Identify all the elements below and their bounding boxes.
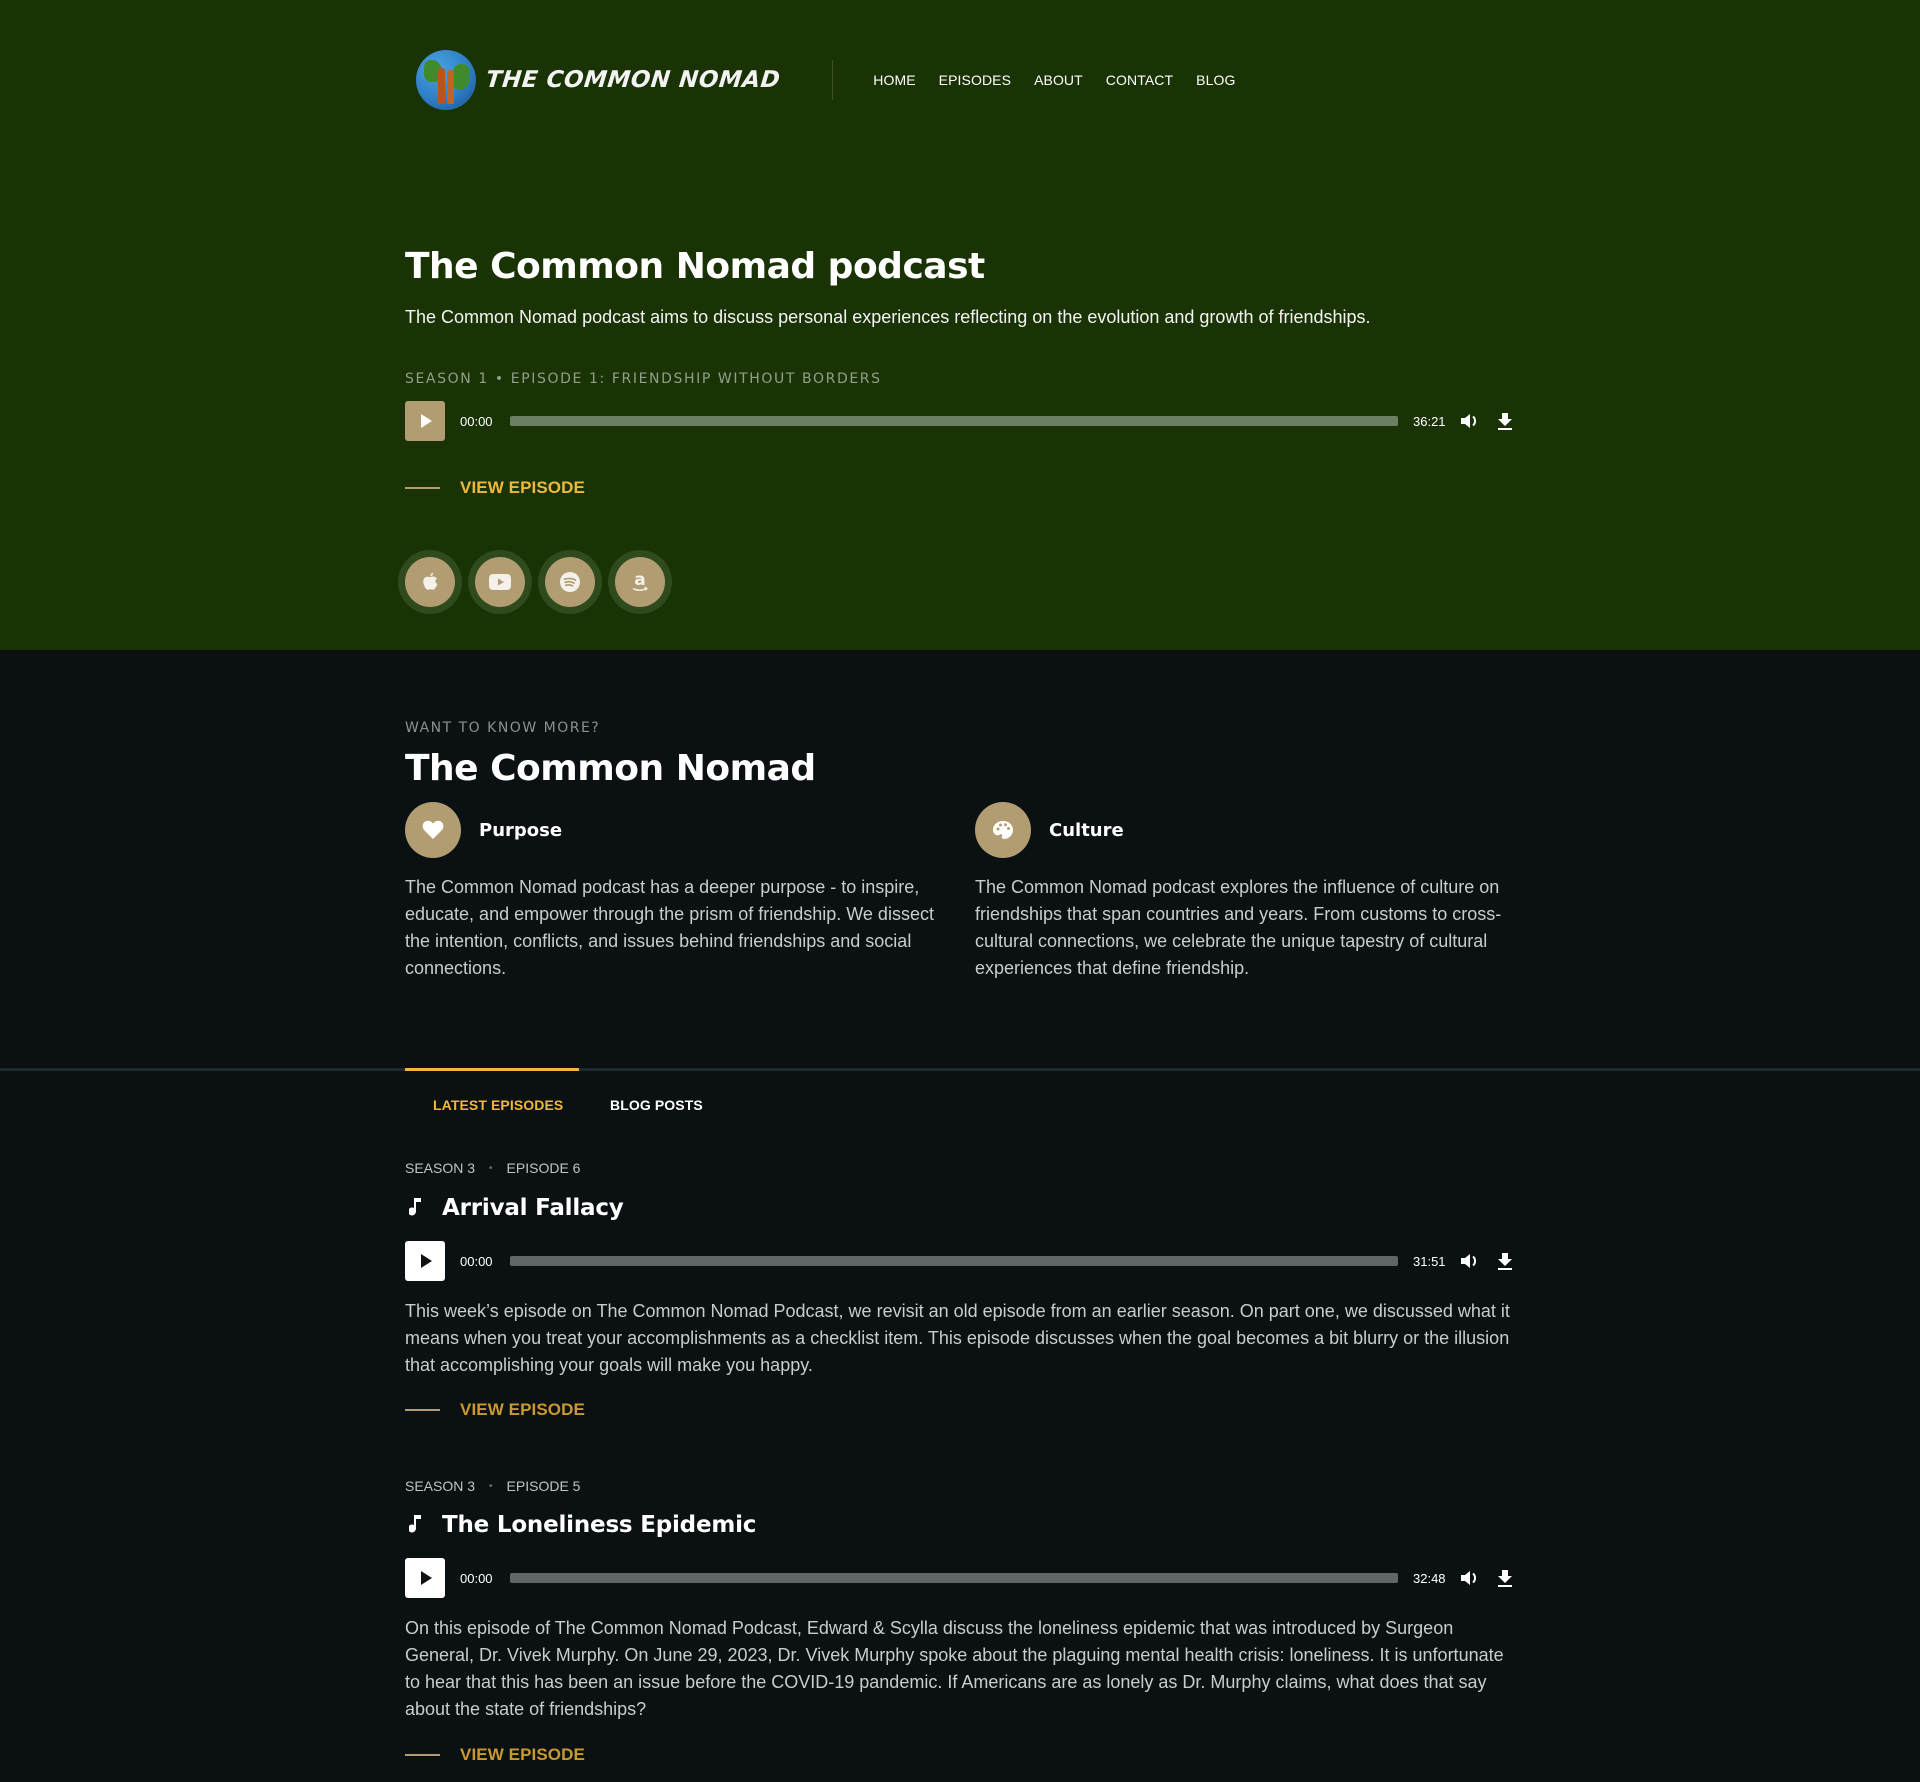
separator-dot: • bbox=[489, 1480, 493, 1492]
view-episode-label: VIEW EPISODE bbox=[460, 1400, 585, 1419]
feature-text: The Common Nomad podcast explores the in… bbox=[975, 877, 1502, 978]
apple-icon bbox=[423, 572, 438, 590]
feature-text: The Common Nomad podcast has a deeper pu… bbox=[405, 877, 934, 978]
duration: 32:48 bbox=[1413, 1570, 1446, 1586]
view-episode-link[interactable]: VIEW EPISODE bbox=[405, 1400, 585, 1420]
music-note-icon bbox=[405, 1196, 427, 1220]
episode-title-text: The Loneliness Epidemic bbox=[442, 1512, 757, 1538]
about-kicker: WANT TO KNOW MORE? bbox=[405, 720, 601, 736]
globe-logo-icon bbox=[416, 50, 476, 110]
link-line bbox=[405, 1754, 440, 1756]
play-icon bbox=[421, 414, 432, 428]
tab-blog-posts[interactable]: BLOG POSTS bbox=[610, 1097, 703, 1113]
site-logo[interactable]: THE COMMON NOMAD bbox=[405, 50, 782, 110]
play-icon bbox=[421, 1571, 432, 1585]
feature-culture: Culture The Common Nomad podcast explore… bbox=[975, 802, 1515, 982]
volume-icon[interactable] bbox=[1460, 1568, 1480, 1588]
amazon-icon: a bbox=[632, 570, 648, 591]
episode-audio-player: 00:00 32:48 bbox=[405, 1558, 1515, 1598]
play-button[interactable] bbox=[405, 401, 445, 441]
play-icon bbox=[421, 1254, 432, 1268]
episode-season: SEASON 3 bbox=[405, 1478, 476, 1494]
feature-title: Culture bbox=[1049, 819, 1124, 841]
active-tab-indicator bbox=[405, 1068, 579, 1071]
episode-number: EPISODE 6 bbox=[506, 1160, 581, 1176]
view-episode-link[interactable]: VIEW EPISODE bbox=[405, 1745, 585, 1765]
episode-description: This week’s episode on The Common Nomad … bbox=[405, 1301, 1510, 1375]
progress-bar[interactable] bbox=[510, 1573, 1398, 1583]
view-episode-link[interactable]: VIEW EPISODE bbox=[405, 478, 585, 498]
about-title: The Common Nomad bbox=[405, 748, 816, 789]
svg-text:a: a bbox=[634, 570, 645, 590]
episode-meta: SEASON 3 • EPISODE 5 bbox=[405, 1478, 580, 1494]
nav-about[interactable]: ABOUT bbox=[1034, 72, 1083, 88]
site-header: THE COMMON NOMAD HOME EPISODES ABOUT CON… bbox=[405, 48, 1258, 112]
nav-home[interactable]: HOME bbox=[873, 72, 915, 88]
episode-title-text: Arrival Fallacy bbox=[442, 1195, 624, 1221]
link-line bbox=[405, 1409, 440, 1411]
view-episode-label: VIEW EPISODE bbox=[460, 478, 585, 497]
download-icon[interactable] bbox=[1495, 411, 1515, 431]
nav-blog[interactable]: BLOG bbox=[1196, 72, 1235, 88]
progress-bar[interactable] bbox=[510, 416, 1398, 426]
tabs-divider bbox=[0, 1068, 1920, 1071]
episode-description: On this episode of The Common Nomad Podc… bbox=[405, 1618, 1504, 1719]
heart-icon bbox=[405, 802, 461, 858]
episode-title[interactable]: Arrival Fallacy bbox=[405, 1195, 624, 1221]
episode-number: EPISODE 5 bbox=[506, 1478, 581, 1494]
apple-podcasts-button[interactable] bbox=[398, 550, 462, 614]
main-nav: HOME EPISODES ABOUT CONTACT BLOG bbox=[873, 72, 1258, 88]
hero-section: THE COMMON NOMAD HOME EPISODES ABOUT CON… bbox=[0, 0, 1920, 650]
download-icon[interactable] bbox=[1495, 1568, 1515, 1588]
hero-title: The Common Nomad podcast bbox=[405, 246, 985, 287]
link-line bbox=[405, 487, 440, 489]
current-time: 00:00 bbox=[460, 1570, 493, 1586]
palette-icon bbox=[975, 802, 1031, 858]
current-time: 00:00 bbox=[460, 1253, 493, 1269]
hero-description: The Common Nomad podcast aims to discuss… bbox=[405, 307, 1371, 327]
nav-contact[interactable]: CONTACT bbox=[1106, 72, 1173, 88]
download-icon[interactable] bbox=[1495, 1251, 1515, 1271]
logo-text: THE COMMON NOMAD bbox=[484, 67, 782, 93]
music-note-icon bbox=[405, 1513, 427, 1537]
duration: 36:21 bbox=[1413, 413, 1446, 429]
episode-season: SEASON 3 bbox=[405, 1160, 476, 1176]
spotify-button[interactable] bbox=[538, 550, 602, 614]
play-button[interactable] bbox=[405, 1558, 445, 1598]
platform-links: a bbox=[398, 550, 672, 614]
view-episode-label: VIEW EPISODE bbox=[460, 1745, 585, 1764]
tab-latest-episodes[interactable]: LATEST EPISODES bbox=[433, 1097, 563, 1113]
feature-title: Purpose bbox=[479, 819, 563, 841]
feature-purpose: Purpose The Common Nomad podcast has a d… bbox=[405, 802, 945, 982]
duration: 31:51 bbox=[1413, 1253, 1446, 1269]
spotify-icon bbox=[560, 572, 580, 592]
play-button[interactable] bbox=[405, 1241, 445, 1281]
episode-audio-player: 00:00 31:51 bbox=[405, 1241, 1515, 1281]
featured-audio-player: 00:00 36:21 bbox=[405, 401, 1515, 441]
episode-meta: SEASON 3 • EPISODE 6 bbox=[405, 1160, 580, 1176]
volume-icon[interactable] bbox=[1460, 1251, 1480, 1271]
youtube-button[interactable] bbox=[468, 550, 532, 614]
episode-title[interactable]: The Loneliness Epidemic bbox=[405, 1512, 756, 1538]
amazon-music-button[interactable]: a bbox=[608, 550, 672, 614]
featured-episode-label: SEASON 1 • EPISODE 1: FRIENDSHIP WITHOUT… bbox=[405, 371, 882, 387]
current-time: 00:00 bbox=[460, 413, 493, 429]
progress-bar[interactable] bbox=[510, 1256, 1398, 1266]
nav-episodes[interactable]: EPISODES bbox=[939, 72, 1011, 88]
header-divider bbox=[832, 60, 834, 100]
youtube-icon bbox=[489, 574, 511, 590]
volume-icon[interactable] bbox=[1460, 411, 1480, 431]
separator-dot: • bbox=[489, 1162, 493, 1174]
